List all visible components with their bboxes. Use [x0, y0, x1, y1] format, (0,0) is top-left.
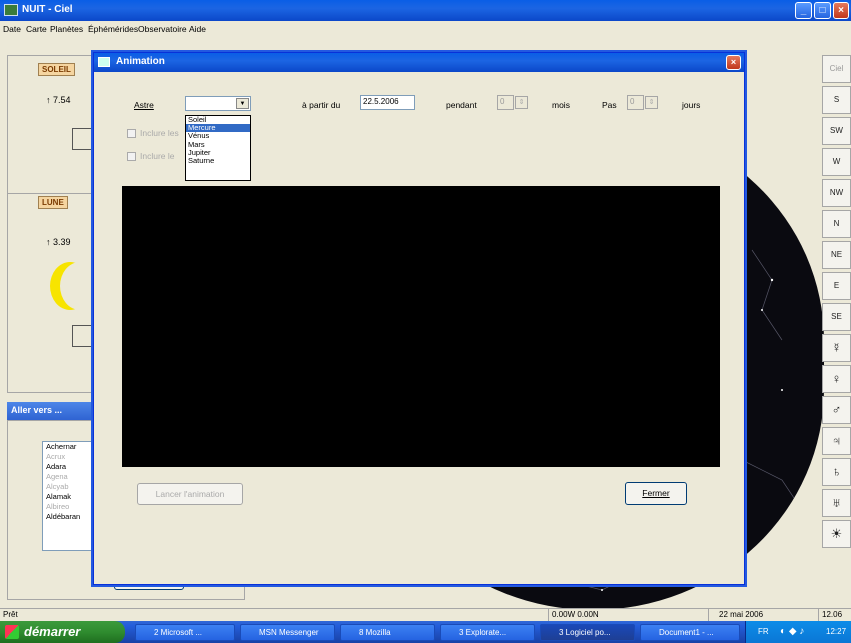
- status-time: 12.06: [818, 609, 851, 621]
- taskbar-item-logiciel[interactable]: 3 Logiciel po...: [540, 624, 635, 641]
- venus-icon[interactable]: ♀: [822, 365, 851, 393]
- step-stepper[interactable]: ⇕: [645, 96, 658, 109]
- sun-icon[interactable]: ☀: [822, 520, 851, 548]
- lune-box: [72, 325, 94, 347]
- list-item[interactable]: Albireo: [43, 502, 91, 512]
- chevron-down-icon[interactable]: ▼: [236, 98, 249, 109]
- launch-animation-button[interactable]: Lancer l'animation: [137, 483, 243, 505]
- menu-date[interactable]: Date: [3, 24, 21, 34]
- taskbar-item-document[interactable]: Document1 - ...: [640, 624, 740, 641]
- app-title: NUIT - Ciel: [22, 4, 73, 15]
- menu-planetes[interactable]: Planètes: [50, 24, 83, 34]
- date-input[interactable]: 22.5.2006: [360, 95, 415, 110]
- fermer-button[interactable]: Fermer: [625, 482, 687, 505]
- status-date: 22 mai 2006: [708, 609, 818, 621]
- mars-icon[interactable]: ♂: [822, 396, 851, 424]
- menu-observatoire[interactable]: Observatoire: [138, 24, 187, 34]
- mercury-icon[interactable]: ☿: [822, 334, 851, 362]
- star-list[interactable]: Achernar Acrux Adara Agena Alcyab Alamak…: [42, 441, 92, 551]
- months-label: mois: [552, 100, 570, 110]
- list-item[interactable]: Alcyab: [43, 482, 91, 492]
- during-label: pendant: [446, 100, 477, 110]
- view-s-button[interactable]: S: [822, 86, 851, 114]
- months-stepper[interactable]: ⇕: [515, 96, 528, 109]
- include2-label: Inclure le: [140, 151, 175, 161]
- lune-rise: ↑ 3.39: [46, 237, 71, 247]
- tray-clock: 12:27: [826, 627, 847, 636]
- view-sw-button[interactable]: SW: [822, 117, 851, 145]
- view-n-button[interactable]: N: [822, 210, 851, 238]
- soleil-box: [72, 128, 94, 150]
- dialog-title: Animation: [94, 53, 744, 72]
- saturn-icon[interactable]: ♄: [822, 458, 851, 486]
- lune-tag: LUNE: [38, 196, 68, 209]
- include1-checkbox[interactable]: [127, 129, 136, 138]
- tray-icons[interactable]: ◐ ◆ ♪: [780, 626, 804, 637]
- start-label: démarrer: [24, 624, 81, 639]
- step-label: Pas: [602, 100, 617, 110]
- menu-carte[interactable]: Carte: [26, 24, 47, 34]
- step-input[interactable]: 0: [627, 95, 644, 110]
- list-item[interactable]: Alamak: [43, 492, 91, 502]
- status-coords: 0.00W 0.00N: [548, 609, 708, 621]
- taskbar-item-msn[interactable]: MSN Messenger: [240, 624, 335, 641]
- animation-canvas: [122, 186, 720, 467]
- include2-checkbox[interactable]: [127, 152, 136, 161]
- soleil-rise: ↑ 7.54: [46, 95, 71, 105]
- days-label: jours: [682, 100, 701, 110]
- soleil-group: [7, 55, 95, 198]
- view-ne-button[interactable]: NE: [822, 241, 851, 269]
- taskbar-item-microsoft[interactable]: 2 Microsoft ...: [135, 624, 235, 641]
- status-bar: Prêt 0.00W 0.00N 22 mai 2006 12.06: [0, 608, 851, 621]
- option-saturne[interactable]: Saturne: [186, 156, 250, 165]
- view-w-button[interactable]: W: [822, 148, 851, 176]
- soleil-tag: SOLEIL: [38, 63, 75, 76]
- taskbar-item-mozilla[interactable]: 8 Mozilla: [340, 624, 435, 641]
- list-item[interactable]: Adara: [43, 462, 91, 472]
- list-item[interactable]: Achernar: [43, 442, 91, 452]
- astre-select[interactable]: ▼: [185, 96, 251, 111]
- list-item[interactable]: Acrux: [43, 452, 91, 462]
- system-tray: FR ◐ ◆ ♪ 12:27: [745, 621, 851, 643]
- include1-label: Inclure les: [140, 128, 179, 138]
- windows-logo-icon: [5, 625, 19, 639]
- view-nw-button[interactable]: NW: [822, 179, 851, 207]
- astre-label: Astre: [134, 100, 154, 110]
- uranus-icon[interactable]: ♅: [822, 489, 851, 517]
- status-text: Prêt: [3, 610, 18, 619]
- from-label: à partir du: [302, 100, 341, 110]
- menu-aide[interactable]: Aide: [189, 24, 206, 34]
- view-e-button[interactable]: E: [822, 272, 851, 300]
- goto-title: Aller vers ...: [7, 402, 97, 420]
- list-item[interactable]: Aldébaran: [43, 512, 91, 522]
- app-titlebar: NUIT - Ciel _ □ ×: [0, 0, 851, 21]
- view-ciel-button[interactable]: Ciel: [822, 55, 851, 83]
- minimize-button[interactable]: _: [795, 2, 812, 19]
- start-button[interactable]: démarrer: [0, 621, 125, 643]
- menu-ephemerides[interactable]: Éphémérides: [88, 24, 138, 34]
- tray-language[interactable]: FR: [758, 627, 769, 636]
- app-icon: [4, 4, 18, 16]
- close-button[interactable]: ×: [833, 2, 849, 19]
- maximize-button[interactable]: □: [814, 2, 831, 19]
- taskbar: démarrer 2 Microsoft ... MSN Messenger 8…: [0, 621, 851, 643]
- astre-dropdown-list[interactable]: Soleil Mercure Vénus Mars Jupiter Saturn…: [185, 115, 251, 181]
- months-input[interactable]: 0: [497, 95, 514, 110]
- list-item[interactable]: Agena: [43, 472, 91, 482]
- dialog-icon: [98, 57, 110, 67]
- taskbar-item-explorer[interactable]: 3 Explorate...: [440, 624, 535, 641]
- view-se-button[interactable]: SE: [822, 303, 851, 331]
- jupiter-icon[interactable]: ♃: [822, 427, 851, 455]
- dialog-close-button[interactable]: ×: [726, 55, 741, 70]
- menubar: Date Carte Planètes Éphémérides Observat…: [0, 21, 851, 38]
- animation-dialog: Animation × Astre ▼ à partir du 22.5.200…: [93, 52, 745, 585]
